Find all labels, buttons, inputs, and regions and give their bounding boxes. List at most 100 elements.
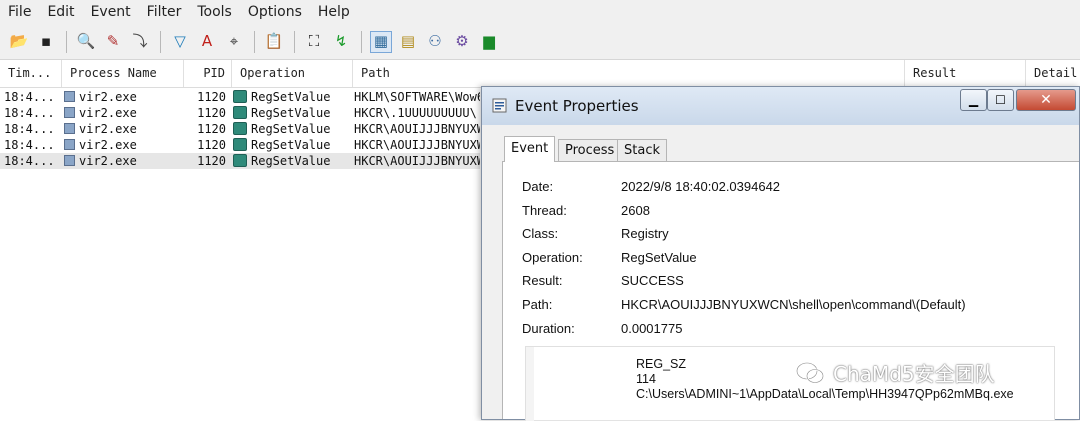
- jump-icon[interactable]: ↯: [330, 31, 352, 53]
- dialog-title-bar[interactable]: Event Properties ▁ ☐ ✕: [482, 87, 1079, 125]
- menu-options[interactable]: Options: [240, 4, 310, 20]
- table-row[interactable]: 18:4... vir2.exe 1120 RegSetValue HKCR\.1UUU…: [0, 105, 480, 121]
- field-label-operation: Operation:: [522, 250, 583, 265]
- cell-path: HKLM\SOFTWARE\Wow6: [354, 90, 480, 104]
- operation-name: RegSetValue: [251, 154, 331, 168]
- toolbar-separator: [294, 30, 295, 53]
- field-label-path: Path:: [522, 297, 553, 312]
- process-activity-icon[interactable]: ⚙: [451, 31, 473, 53]
- cell-pid: 1120: [197, 90, 226, 104]
- find-icon[interactable]: 🔍: [75, 31, 97, 53]
- toolbar-separator: [361, 30, 362, 53]
- autoscroll-icon[interactable]: ⤵: [129, 31, 151, 53]
- profiling-icon[interactable]: ▆: [478, 31, 500, 53]
- registry-icon: [233, 138, 247, 151]
- tab-stack[interactable]: Stack: [617, 139, 667, 161]
- table-row[interactable]: 18:4... vir2.exe 1120 RegSetValue HKLM\SOFTW…: [0, 89, 480, 105]
- table-row[interactable]: 18:4... vir2.exe 1120 RegSetValue HKCR\AOUIJ…: [0, 137, 480, 153]
- save-icon[interactable]: ▪: [35, 31, 57, 53]
- menu-event[interactable]: Event: [83, 4, 139, 20]
- cell-path: HKCR\AOUIJJJBNYUXW: [354, 138, 480, 152]
- registry-icon: [233, 154, 247, 167]
- process-icon: [64, 107, 75, 118]
- menu-edit[interactable]: Edit: [39, 4, 82, 20]
- cell-time: 18:4...: [4, 154, 55, 168]
- column-header-pid[interactable]: PID: [184, 60, 232, 87]
- process-name: vir2.exe: [79, 138, 137, 152]
- binoculars-icon[interactable]: ⛶: [303, 31, 325, 53]
- table-row[interactable]: 18:4... vir2.exe 1120 RegSetValue HKCR\AOUIJ…: [0, 153, 480, 169]
- process-name: vir2.exe: [79, 122, 137, 136]
- cell-path: HKCR\.1UUUUUUUUU\: [354, 106, 477, 120]
- cell-operation: RegSetValue: [233, 153, 351, 169]
- info-icon: [492, 98, 507, 113]
- minimize-button[interactable]: ▁: [960, 89, 987, 111]
- cell-process-name: vir2.exe: [64, 153, 182, 169]
- open-icon[interactable]: 📂: [8, 31, 30, 53]
- menu-file[interactable]: File: [0, 4, 39, 20]
- maximize-icon: ☐: [995, 93, 1006, 107]
- detail-data: C:\Users\ADMINI~1\AppData\Local\Temp\HH3…: [636, 387, 1014, 401]
- highlight-icon[interactable]: ✎: [102, 31, 124, 53]
- cell-path: HKCR\AOUIJJJBNYUXW: [354, 154, 480, 168]
- menu-bar: File Edit Event Filter Tools Options Help: [0, 0, 1080, 24]
- process-name: vir2.exe: [79, 106, 137, 120]
- tab-process[interactable]: Process: [558, 139, 622, 161]
- column-header-process-name[interactable]: Process Name: [62, 60, 184, 87]
- process-icon: [64, 139, 75, 150]
- registry-icon: [233, 122, 247, 135]
- target-icon[interactable]: ⌖: [223, 31, 245, 53]
- cell-operation: RegSetValue: [233, 137, 351, 153]
- detail-length: 114: [636, 372, 656, 386]
- cell-pid: 1120: [197, 106, 226, 120]
- registry-activity-icon[interactable]: ▦: [370, 30, 392, 53]
- cell-time: 18:4...: [4, 106, 55, 120]
- close-icon: ✕: [1040, 92, 1052, 108]
- toolbar: 📂 ▪ 🔍 ✎ ⤵ ▽ A ⌖ 📋 ⛶ ↯ ▦ ▤ ⚇ ⚙ ▆: [0, 24, 1080, 60]
- filter-icon[interactable]: ▽: [169, 31, 191, 53]
- file-activity-icon[interactable]: ▤: [397, 31, 419, 53]
- close-button[interactable]: ✕: [1016, 89, 1076, 111]
- process-icon: [64, 91, 75, 102]
- column-header-result[interactable]: Result: [905, 60, 1026, 87]
- tab-event[interactable]: Event: [504, 136, 556, 162]
- process-icon: [64, 155, 75, 166]
- cell-path: HKCR\AOUIJJJBNYUXW: [354, 122, 480, 136]
- operation-name: RegSetValue: [251, 90, 331, 104]
- cell-pid: 1120: [197, 122, 226, 136]
- column-header-time[interactable]: Tim...: [0, 60, 62, 87]
- cell-operation: RegSetValue: [233, 105, 351, 121]
- process-name: vir2.exe: [79, 90, 137, 104]
- column-header-operation[interactable]: Operation: [232, 60, 353, 87]
- cell-operation: RegSetValue: [233, 89, 351, 105]
- menu-tools[interactable]: Tools: [189, 4, 240, 20]
- field-label-duration: Duration:: [522, 321, 575, 336]
- table-row[interactable]: 18:4... vir2.exe 1120 RegSetValue HKCR\AOUIJ…: [0, 121, 480, 137]
- clipboard-icon[interactable]: 📋: [263, 31, 285, 53]
- cell-process-name: vir2.exe: [64, 121, 182, 137]
- cell-pid: 1120: [197, 138, 226, 152]
- field-value-path: HKCR\AOUIJJJBNYUXWCN\shell\open\command\…: [621, 297, 966, 312]
- cell-process-name: vir2.exe: [64, 105, 182, 121]
- toolbar-separator: [66, 30, 67, 53]
- cell-time: 18:4...: [4, 122, 55, 136]
- field-label-date: Date:: [522, 179, 554, 194]
- highlight-a-icon[interactable]: A: [196, 31, 218, 53]
- network-activity-icon[interactable]: ⚇: [424, 31, 446, 53]
- menu-filter[interactable]: Filter: [139, 4, 190, 20]
- wechat-icon: [796, 361, 824, 383]
- detail-type: REG_SZ: [636, 357, 687, 371]
- watermark-text: ChaMd5安全团队: [833, 362, 995, 386]
- toolbar-separator: [254, 30, 255, 53]
- maximize-button[interactable]: ☐: [987, 89, 1014, 111]
- cell-process-name: vir2.exe: [64, 137, 182, 153]
- operation-name: RegSetValue: [251, 106, 331, 120]
- menu-help[interactable]: Help: [310, 4, 358, 20]
- column-header-detail[interactable]: Detail: [1026, 60, 1080, 87]
- column-header-path[interactable]: Path: [353, 60, 905, 87]
- field-value-result: SUCCESS: [621, 273, 684, 288]
- field-value-operation: RegSetValue: [621, 250, 697, 265]
- operation-name: RegSetValue: [251, 122, 331, 136]
- operation-name: RegSetValue: [251, 138, 331, 152]
- detail-gutter: [526, 347, 534, 421]
